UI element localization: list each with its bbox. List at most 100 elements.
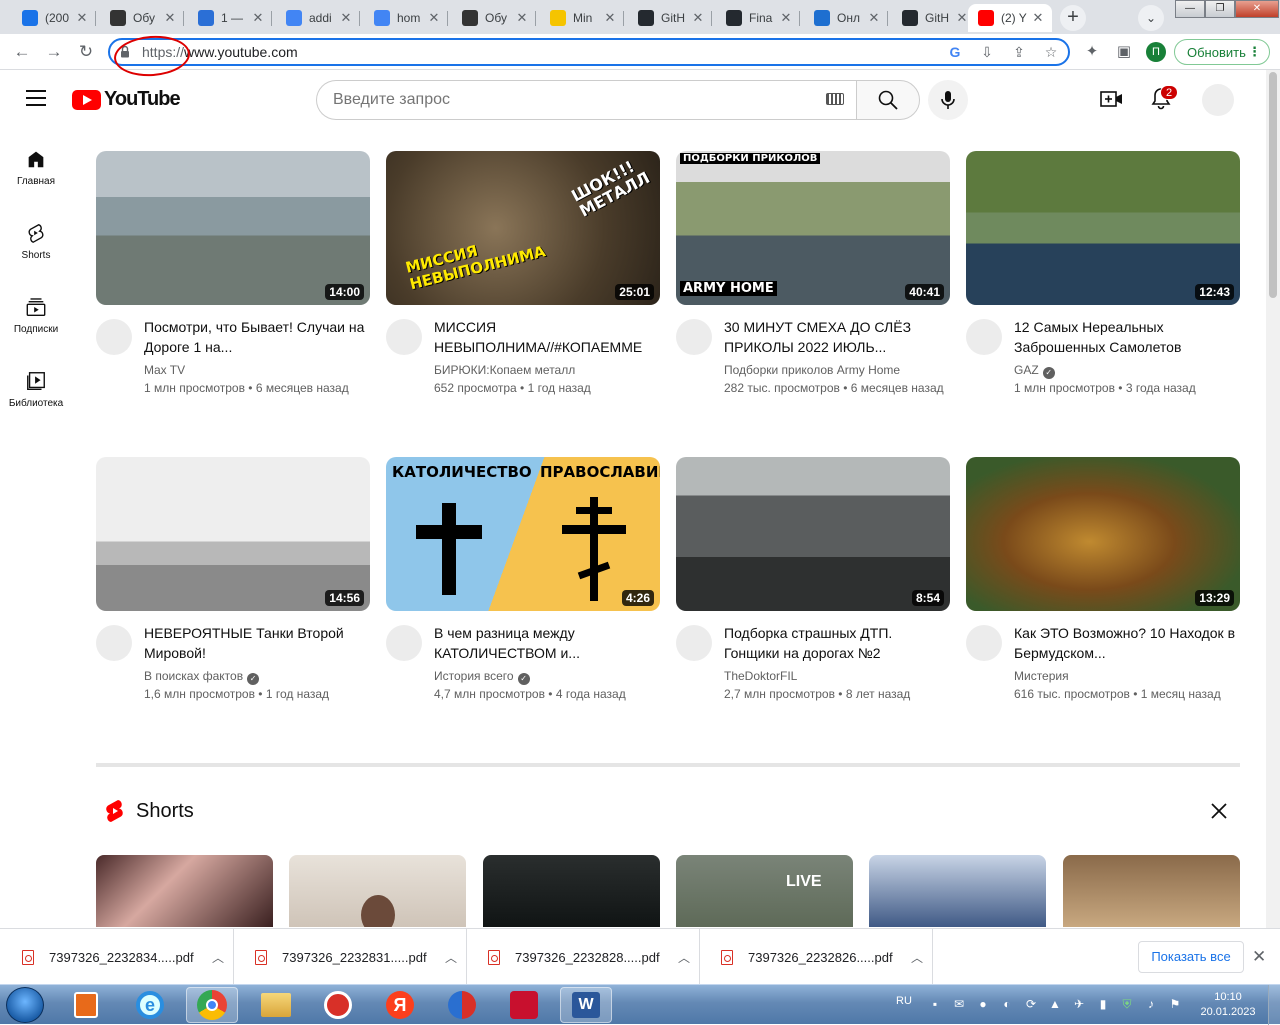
channel-name[interactable]: TheDoktorFIL xyxy=(724,667,950,685)
channel-name[interactable]: Подборки приколов Army Home xyxy=(724,361,950,379)
tab-search-button[interactable]: ⌄ xyxy=(1138,5,1164,31)
download-item[interactable]: 7397326_2232828.....pdf ︿ xyxy=(466,929,700,985)
channel-avatar[interactable] xyxy=(386,319,422,355)
guide-item-subscriptions[interactable]: Подписки xyxy=(0,296,72,335)
profile-avatar[interactable]: П xyxy=(1146,42,1166,62)
video-title[interactable]: Посмотри, что Бывает! Случаи на Дороге 1… xyxy=(144,317,370,357)
video-card[interactable]: 12:43 12 Самых Нереальных Заброшенных Сам… xyxy=(966,151,1240,397)
channel-avatar[interactable] xyxy=(676,625,712,661)
close-icon[interactable]: ✕ xyxy=(1252,947,1272,967)
address-bar[interactable]: https://www.youtube.com G ⇩ ⇪ ☆ xyxy=(108,38,1070,66)
channel-avatar[interactable] xyxy=(676,319,712,355)
word-icon[interactable]: W xyxy=(560,987,612,1023)
google-translate-icon[interactable]: G xyxy=(946,43,964,61)
tab-close-icon[interactable]: ✕ xyxy=(778,10,794,26)
ccleaner-brush-icon[interactable] xyxy=(436,987,488,1023)
browser-tab[interactable]: GitH ✕ xyxy=(892,4,976,32)
tab-close-icon[interactable]: ✕ xyxy=(74,10,90,26)
browser-tab[interactable]: (200 ✕ xyxy=(12,4,96,32)
shorts-card[interactable] xyxy=(869,855,1046,927)
video-thumbnail[interactable]: 14:56 xyxy=(96,457,370,611)
tray-signal-icon[interactable]: ▮ xyxy=(1096,997,1110,1011)
browser-tab[interactable]: hom ✕ xyxy=(364,4,448,32)
browser-tab[interactable]: Fina ✕ xyxy=(716,4,800,32)
tray-lock-icon[interactable]: ▪ xyxy=(928,997,942,1011)
keyboard-icon[interactable] xyxy=(826,93,844,105)
tab-close-icon[interactable]: ✕ xyxy=(1030,10,1046,26)
video-thumbnail[interactable]: 14:00 xyxy=(96,151,370,305)
window-close-button[interactable]: ✕ xyxy=(1235,0,1279,18)
video-card[interactable]: МИССИЯ НЕВЫПОЛНИМА ШОК!!! МЕТАЛЛ 25:01 МИСС… xyxy=(386,151,660,397)
acrobat-icon[interactable] xyxy=(498,987,550,1023)
video-card[interactable]: ПОДБОРКИ ПРИКОЛОВ ARMY HOME 40:41 30 МИНУТ … xyxy=(676,151,950,397)
update-button[interactable]: Обновить ⋮ xyxy=(1174,39,1270,65)
extensions-puzzle-icon[interactable]: ✦ xyxy=(1082,42,1102,62)
bookmark-star-icon[interactable]: ☆ xyxy=(1042,43,1060,61)
tab-close-icon[interactable]: ✕ xyxy=(250,10,266,26)
tray-flag-icon[interactable]: ⚑ xyxy=(1168,997,1182,1011)
chevron-up-icon[interactable]: ︿ xyxy=(203,949,233,966)
reload-icon[interactable]: ↻ xyxy=(74,40,98,64)
forward-arrow-icon[interactable]: → xyxy=(42,40,66,64)
video-card[interactable]: 13:29 Как ЭТО Возможно? 10 Находок в Берм… xyxy=(966,457,1240,703)
video-card[interactable]: КАТОЛИЧЕСТВО ПРАВОСЛАВИЕ 4:26 В чем разница… xyxy=(386,457,660,703)
tab-close-icon[interactable]: ✕ xyxy=(514,10,530,26)
channel-name[interactable]: Max TV xyxy=(144,361,370,379)
video-thumbnail[interactable]: КАТОЛИЧЕСТВО ПРАВОСЛАВИЕ 4:26 xyxy=(386,457,660,611)
browser-tab[interactable]: GitH ✕ xyxy=(628,4,712,32)
chevron-up-icon[interactable]: ︿ xyxy=(669,949,699,966)
video-card[interactable]: 14:00 Посмотри, что Бывает! Случаи на Дор… xyxy=(96,151,370,397)
guide-item-shorts[interactable]: Shorts xyxy=(0,222,72,261)
video-card[interactable]: 14:56 НЕВЕРОЯТНЫЕ Танки Второй Мировой! В … xyxy=(96,457,370,703)
channel-avatar[interactable] xyxy=(96,625,132,661)
tab-close-icon[interactable]: ✕ xyxy=(602,10,618,26)
search-button[interactable] xyxy=(856,80,920,120)
tab-close-icon[interactable]: ✕ xyxy=(162,10,178,26)
search-input[interactable]: Введите запрос xyxy=(316,80,856,120)
channel-name[interactable]: БИРЮКИ:Копаем металл xyxy=(434,361,660,379)
video-thumbnail[interactable]: 13:29 xyxy=(966,457,1240,611)
video-title[interactable]: НЕВЕРОЯТНЫЕ Танки Второй Мировой! xyxy=(144,623,370,663)
show-desktop-button[interactable] xyxy=(1268,985,1280,1025)
account-avatar[interactable] xyxy=(1202,84,1234,116)
menu-dots-icon[interactable]: ⋮ xyxy=(1248,44,1261,60)
video-title[interactable]: В чем разница между КАТОЛИЧЕСТВОМ и... xyxy=(434,623,660,663)
install-app-icon[interactable]: ⇩ xyxy=(978,43,996,61)
channel-name[interactable]: GAZ ✓ xyxy=(1014,361,1240,379)
shorts-card[interactable] xyxy=(1063,855,1240,927)
page-scrollbar[interactable] xyxy=(1266,70,1280,928)
video-title[interactable]: 12 Самых Нереальных Заброшенных Самолето… xyxy=(1014,317,1240,357)
tray-ccleaner-icon[interactable]: ◐ xyxy=(1000,997,1014,1011)
tray-mail-icon[interactable]: ✉ xyxy=(952,997,966,1011)
youtube-logo[interactable]: YouTube xyxy=(72,88,181,111)
channel-name[interactable]: История всего ✓ xyxy=(434,667,660,685)
ccleaner-icon[interactable] xyxy=(312,987,364,1023)
create-video-icon[interactable] xyxy=(1100,89,1124,109)
video-thumbnail[interactable]: 8:54 xyxy=(676,457,950,611)
guide-item-library[interactable]: Библиотека xyxy=(0,370,72,409)
chrome-icon[interactable] xyxy=(186,987,238,1023)
video-card[interactable]: 8:54 Подборка страшных ДТП. Гонщики на до… xyxy=(676,457,950,703)
back-arrow-icon[interactable]: ← xyxy=(10,40,34,64)
video-title[interactable]: 30 МИНУТ СМЕХА ДО СЛЁЗ ПРИКОЛЫ 2022 ИЮЛЬ… xyxy=(724,317,950,357)
share-icon[interactable]: ⇪ xyxy=(1010,43,1028,61)
ie-icon[interactable]: e xyxy=(124,987,176,1023)
video-title[interactable]: Подборка страшных ДТП. Гонщики на дорога… xyxy=(724,623,950,663)
chevron-up-icon[interactable]: ︿ xyxy=(902,949,932,966)
side-panel-icon[interactable]: ▣ xyxy=(1114,42,1134,62)
tray-network-icon[interactable]: ✈ xyxy=(1072,997,1086,1011)
browser-tab[interactable]: (2) Y ✕ xyxy=(968,4,1052,32)
language-indicator[interactable]: RU xyxy=(896,995,912,1007)
browser-tab[interactable]: Обу ✕ xyxy=(452,4,536,32)
taskbar-clock[interactable]: 10:10 20.01.2023 xyxy=(1196,990,1260,1020)
video-thumbnail[interactable]: МИССИЯ НЕВЫПОЛНИМА ШОК!!! МЕТАЛЛ 25:01 xyxy=(386,151,660,305)
browser-tab[interactable]: Min ✕ xyxy=(540,4,624,32)
tray-defender-icon[interactable]: ▲ xyxy=(1048,997,1062,1011)
download-item[interactable]: 7397326_2232826.....pdf ︿ xyxy=(699,929,933,985)
tab-close-icon[interactable]: ✕ xyxy=(866,10,882,26)
new-tab-button[interactable]: + xyxy=(1060,5,1086,31)
channel-avatar[interactable] xyxy=(966,319,1002,355)
video-title[interactable]: Как ЭТО Возможно? 10 Находок в Бермудско… xyxy=(1014,623,1240,663)
browser-tab[interactable]: addi ✕ xyxy=(276,4,360,32)
download-item[interactable]: 7397326_2232831.....pdf ︿ xyxy=(233,929,467,985)
